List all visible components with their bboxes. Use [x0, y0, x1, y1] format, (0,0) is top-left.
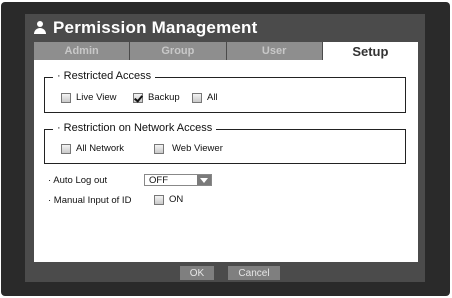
- auto-logout-value: OFF: [149, 174, 168, 186]
- setup-panel: ·Restricted Access Live View Backup All: [34, 60, 418, 262]
- page-title: Permission Management: [53, 18, 258, 37]
- manual-id-option[interactable]: ON: [154, 194, 183, 205]
- chevron-down-icon[interactable]: [197, 175, 211, 185]
- live-view-label: Live View: [76, 92, 117, 103]
- all-network-checkbox[interactable]: [61, 143, 71, 154]
- all-label: All: [207, 92, 218, 103]
- all-option[interactable]: All: [192, 92, 218, 103]
- network-access-legend-text: Restriction on Network Access: [63, 122, 213, 134]
- user-icon: [33, 21, 47, 35]
- manual-id-label: · Manual Input of ID: [48, 195, 132, 206]
- restricted-access-legend-text: Restricted Access: [63, 70, 152, 82]
- live-view-option[interactable]: Live View: [61, 92, 117, 103]
- all-network-option[interactable]: All Network: [61, 143, 124, 154]
- manual-id-checkbox[interactable]: [154, 194, 164, 205]
- web-viewer-label: Web Viewer: [172, 143, 223, 154]
- legend-bullet: ·: [57, 122, 61, 134]
- network-access-legend: · Restriction on Network Access: [53, 122, 217, 134]
- manual-id-on-label: ON: [169, 194, 184, 205]
- restricted-access-group: · Restricted Access Live View Backup All: [44, 70, 406, 113]
- backup-option[interactable]: Backup: [133, 92, 180, 103]
- web-viewer-checkbox[interactable]: [154, 143, 164, 154]
- all-checkbox[interactable]: [192, 92, 202, 103]
- restricted-access-legend: · Restricted Access: [53, 70, 156, 82]
- backup-label: Backup: [148, 92, 180, 103]
- ok-button[interactable]: OK: [180, 266, 214, 280]
- all-network-label: All Network: [76, 143, 125, 154]
- tab-bar: Admin Group User Setup: [34, 42, 418, 60]
- auto-logout-select[interactable]: OFF: [144, 174, 212, 186]
- backup-checkbox[interactable]: [133, 92, 143, 103]
- network-access-group: · Restriction on Network Access All Netwo…: [44, 122, 406, 164]
- legend-bullet: ·: [57, 70, 61, 82]
- tab-setup[interactable]: Setup: [322, 42, 418, 60]
- dialog-body: Permission Management Admin Group User S…: [25, 14, 425, 282]
- permission-management-window: Permission Management Admin Group User S…: [1, 2, 450, 296]
- tab-group[interactable]: Group: [130, 42, 227, 60]
- title-bar: Permission Management: [25, 14, 425, 42]
- auto-logout-label: · Auto Log out: [48, 175, 108, 186]
- live-view-checkbox[interactable]: [61, 92, 71, 103]
- tab-admin[interactable]: Admin: [34, 42, 131, 60]
- web-viewer-option[interactable]: Web Viewer: [154, 143, 223, 154]
- cancel-button[interactable]: Cancel: [228, 266, 280, 280]
- tab-user[interactable]: User: [226, 42, 323, 60]
